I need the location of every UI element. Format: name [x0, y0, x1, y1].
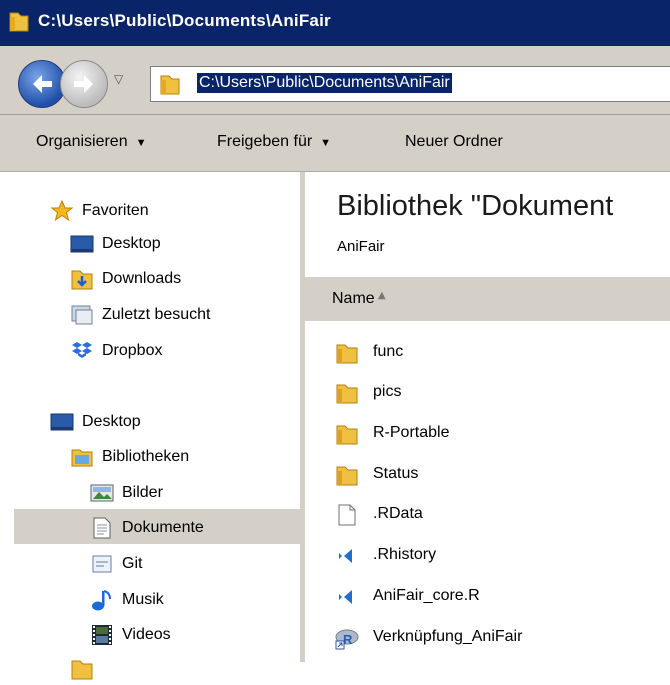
folder-icon [160, 75, 180, 95]
address-path: C:\Users\Public\Documents\AniFair [197, 73, 452, 93]
desktop-icon [70, 235, 94, 253]
nav-label: Dropbox [102, 342, 163, 359]
nav-label: Bibliotheken [102, 448, 190, 465]
chevron-down-icon: ▼ [320, 137, 332, 149]
organize-button[interactable]: Organisieren ▼ [36, 133, 147, 151]
back-button[interactable] [18, 60, 66, 108]
recent-places-icon [71, 305, 93, 325]
folder-icon [336, 384, 358, 404]
nav-label: Videos [122, 626, 171, 643]
file-name: Status [373, 465, 419, 482]
nav-label: Git [122, 555, 143, 572]
arrow-left-icon [33, 75, 52, 93]
file-name: .Rhistory [373, 546, 437, 563]
file-name: pics [373, 383, 402, 400]
star-icon [50, 199, 74, 222]
column-header-label: Name [332, 290, 375, 307]
command-bar: Organisieren ▼ Freigeben für ▼ Neuer Ordne… [0, 115, 670, 172]
nav-label: Zuletzt besucht [102, 306, 211, 323]
nav-label: Dokumente [122, 519, 204, 536]
file-name: func [373, 343, 404, 360]
file-icon [338, 504, 356, 526]
new-folder-button[interactable]: Neuer Ordner [405, 133, 503, 151]
share-label: Freigeben für [217, 133, 313, 150]
folder-icon [336, 344, 358, 364]
nav-label: Desktop [102, 235, 161, 252]
documents-icon [93, 517, 111, 539]
file-name: AniFair_core.R [373, 587, 480, 604]
history-dropdown-icon[interactable]: ▽ [114, 72, 123, 86]
libraries-icon [71, 449, 93, 467]
videos-icon [92, 625, 112, 645]
chevron-down-icon: ▼ [135, 137, 147, 149]
address-input[interactable]: C:\Users\Public\Documents\AniFair [150, 66, 670, 102]
desktop-icon [50, 413, 74, 431]
nav-label: Downloads [102, 270, 182, 287]
nav-label: Favoriten [82, 202, 149, 219]
downloads-icon [71, 270, 93, 290]
folder-icon [336, 466, 358, 486]
content-pane: Bibliothek "Dokument AniFair Name ▲ func… [305, 172, 670, 662]
column-header-name[interactable]: Name ▲ [305, 277, 670, 321]
pictures-icon [90, 484, 114, 502]
vscode-icon [339, 549, 352, 563]
library-subtitle: AniFair [337, 238, 385, 255]
title-bar: C:\Users\Public\Documents\AniFair [0, 0, 670, 46]
file-name: R-Portable [373, 424, 450, 441]
folder-icon [9, 12, 29, 32]
nav-label: Bilder [122, 484, 163, 501]
file-name: .RData [373, 505, 423, 522]
sort-ascending-icon: ▲ [378, 290, 386, 301]
dropbox-icon [72, 342, 92, 358]
nav-label: Musik [122, 591, 164, 608]
arrow-right-icon [74, 75, 93, 93]
folder-icon [71, 660, 93, 680]
window-title: C:\Users\Public\Documents\AniFair [38, 11, 331, 30]
forward-button[interactable] [60, 60, 108, 108]
vscode-icon [339, 590, 352, 604]
folder-icon [336, 425, 358, 445]
share-button[interactable]: Freigeben für ▼ [217, 133, 331, 151]
nav-label: Desktop [82, 413, 141, 430]
organize-label: Organisieren [36, 133, 128, 150]
music-icon [92, 590, 111, 611]
file-name: Verknüpfung_AniFair [373, 628, 523, 645]
library-title: Bibliothek "Dokument [337, 190, 614, 222]
address-bar-area: ▽ C:\Users\Public\Documents\AniFair [0, 46, 670, 115]
git-icon [92, 555, 112, 573]
r-shortcut-icon: R [335, 629, 359, 650]
